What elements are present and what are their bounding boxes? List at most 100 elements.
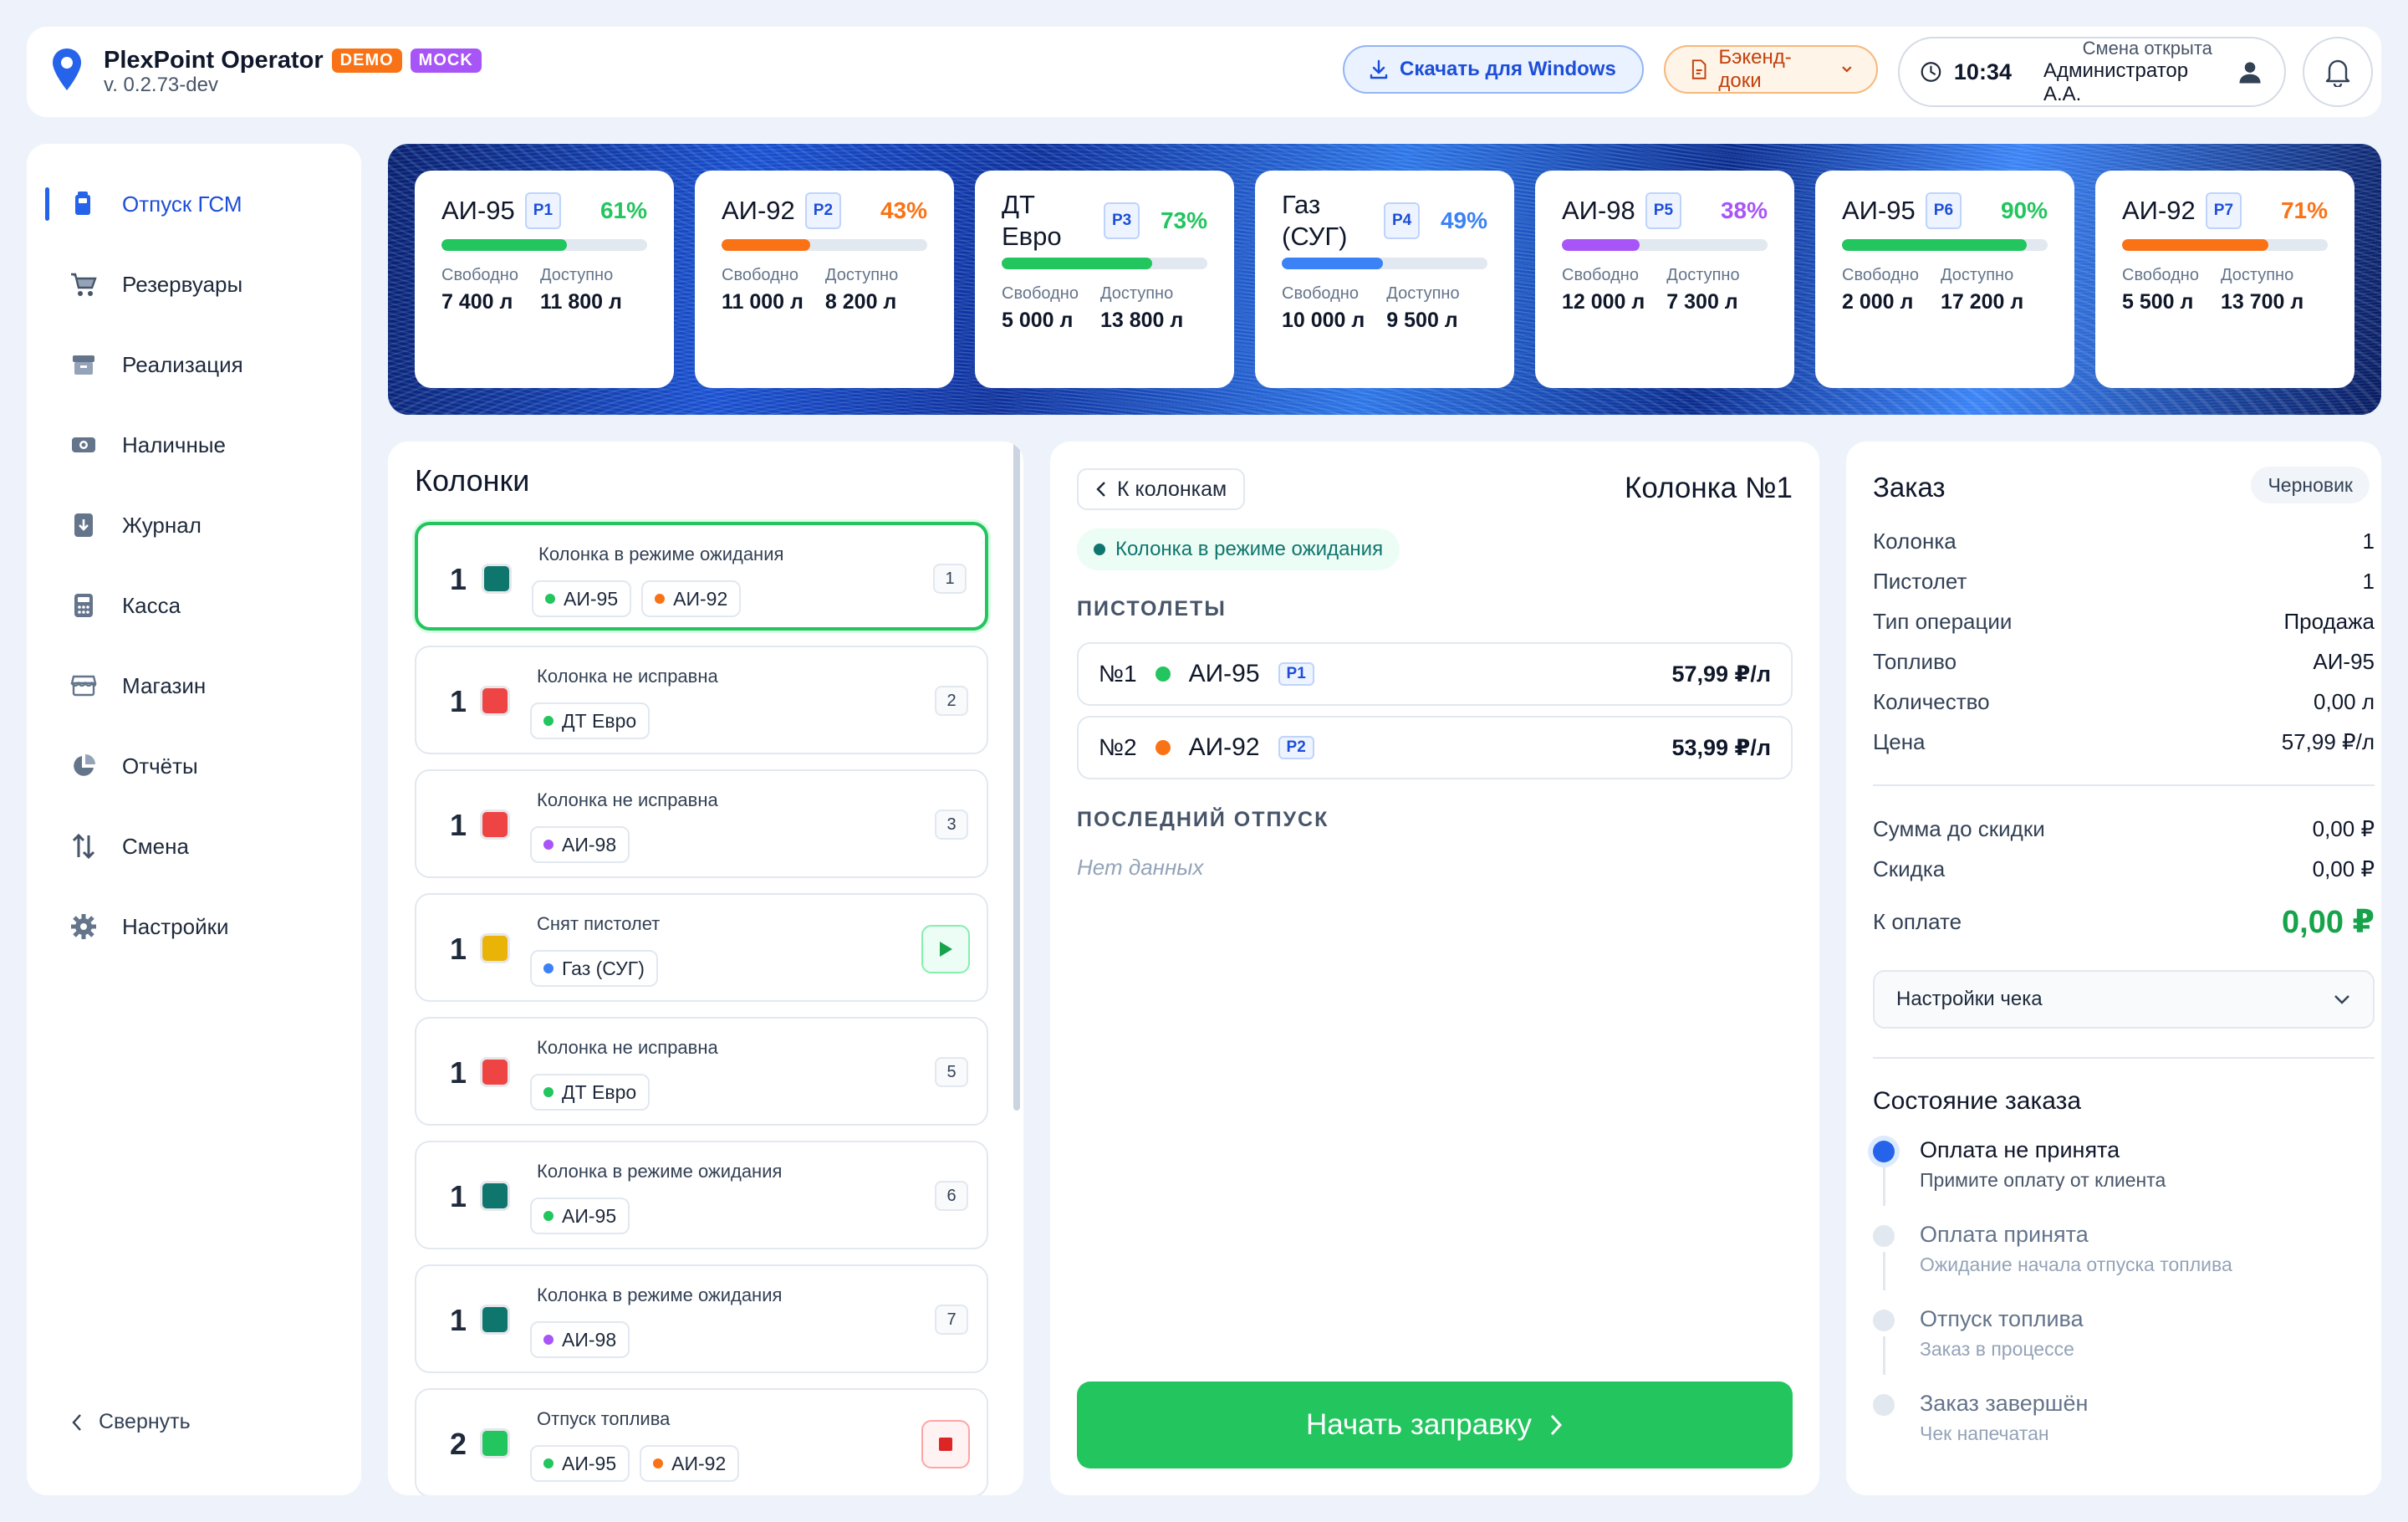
back-to-columns-button[interactable]: К колонкам (1077, 468, 1246, 510)
receipt-settings-dropdown[interactable]: Настройки чека (1873, 970, 2375, 1029)
tank-percent: 73% (1160, 207, 1207, 233)
tank-card[interactable]: АИ-98 P5 38% Свободно 12 000 л Доступно 7 300 … (1535, 171, 1794, 388)
clock-icon (1921, 62, 1941, 82)
sidebar-item-label: Реализация (122, 351, 243, 377)
nozzles-heading: ПИСТОЛЕТЫ (1077, 597, 1227, 621)
start-fueling-button[interactable]: Начать заправку (1077, 1382, 1793, 1468)
fuel-dot (545, 594, 555, 604)
fuel-dot (543, 963, 554, 973)
sidebar-item-label: Настройки (122, 913, 229, 939)
stop-button[interactable] (921, 1420, 970, 1468)
columns-scrollbar[interactable] (1013, 442, 1020, 1111)
column-item[interactable]: 1 Снят пистолет Газ (СУГ) (415, 893, 988, 1002)
column-item[interactable]: 1 Колонка не исправна ДТ Евро 2 (415, 646, 988, 754)
tank-fuel-name: Газ (СУГ) (1282, 190, 1348, 251)
sidebar-item-1[interactable]: Отпуск ГСМ (27, 177, 361, 231)
tank-level-fill (2122, 239, 2268, 251)
tanks-banner: АИ-95 P1 61% Свободно 7 400 л Доступно 11 800 … (388, 144, 2381, 415)
total-row: К оплате 0,00 ₽ (1873, 903, 2375, 941)
shift-info[interactable]: 10:34 Смена открыта Администратор А.А. (1898, 37, 2286, 107)
column-item[interactable]: 1 Колонка не исправна АИ-98 3 (415, 769, 988, 878)
column-number: 1 (450, 1303, 467, 1337)
backend-docs-dropdown[interactable]: Бэкенд-доки (1664, 45, 1878, 94)
fuel-pump-icon (69, 189, 99, 219)
column-status-indicator (480, 1305, 510, 1335)
free-label: Свободно (1282, 284, 1359, 303)
sidebar-item-9[interactable]: Смена (27, 820, 361, 873)
tank-card[interactable]: АИ-95 P1 61% Свободно 7 400 л Доступно 11 800 … (415, 171, 674, 388)
step-connector (1883, 1336, 1885, 1375)
column-item[interactable]: 1 Колонка в режиме ожидания АИ-95 АИ-92 1 (415, 522, 988, 631)
sidebar-item-label: Журнал (122, 512, 202, 538)
tank-card[interactable]: АИ-92 P2 43% Свободно 11 000 л Доступно 8 200 … (695, 171, 954, 388)
nozzle-row[interactable]: №1 АИ-95 P1 57,99 ₽/л (1077, 642, 1793, 706)
step-subtitle: Чек напечатан (1920, 1422, 2049, 1444)
order-detail-value: 0,00 л (2314, 689, 2375, 714)
download-icon (1370, 59, 1388, 79)
available-value: 17 200 л (1940, 290, 2024, 314)
sidebar-item-5[interactable]: Журнал (27, 498, 361, 552)
column-index: 2 (935, 686, 968, 716)
tank-chip: P7 (2205, 192, 2242, 229)
tank-card[interactable]: Газ (СУГ) P4 49% Свободно 10 000 л Доступно 9 … (1255, 171, 1514, 388)
nozzle-row[interactable]: №2 АИ-92 P2 53,99 ₽/л (1077, 716, 1793, 779)
fuel-chip: ДТ Евро (530, 1074, 650, 1111)
sidebar-item-10[interactable]: Настройки (27, 900, 361, 953)
operator-name: Администратор А.А. (2043, 59, 2189, 105)
chevron-left-icon (72, 1413, 81, 1431)
step-title: Отпуск топлива (1920, 1306, 2084, 1331)
fuel-name: АИ-92 (673, 587, 728, 610)
sidebar-item-6[interactable]: Касса (27, 579, 361, 632)
free-value: 7 400 л (441, 290, 513, 314)
column-item[interactable]: 1 Колонка в режиме ожидания АИ-98 7 (415, 1264, 988, 1373)
order-detail-label: Тип операции (1873, 609, 2013, 634)
column-item[interactable]: 2 Отпуск топлива АИ-95 АИ-92 (415, 1388, 988, 1495)
sidebar-item-7[interactable]: Магазин (27, 659, 361, 712)
sidebar-item-label: Отпуск ГСМ (122, 191, 242, 217)
column-item[interactable]: 1 Колонка в режиме ожидания АИ-95 6 (415, 1141, 988, 1249)
order-detail-value: 1 (2362, 569, 2375, 594)
tank-percent: 61% (599, 197, 647, 223)
column-status: Колонка в режиме ожидания (537, 1285, 783, 1305)
sidebar-item-label: Наличные (122, 432, 226, 457)
free-label: Свободно (1842, 266, 1919, 284)
column-status: Колонка не исправна (537, 666, 718, 687)
sidebar-item-8[interactable]: Отчёты (27, 739, 361, 793)
sidebar-item-2[interactable]: Резервуары (27, 258, 361, 311)
tank-card[interactable]: АИ-92 P7 71% Свободно 5 500 л Доступно 13 700 … (2095, 171, 2354, 388)
column-item[interactable]: 1 Колонка не исправна ДТ Евро 5 (415, 1017, 988, 1126)
order-detail-row: Тип операции Продажа (1873, 609, 2375, 635)
tank-level-fill (1002, 258, 1152, 269)
column-status-indicator (480, 810, 510, 840)
sidebar-item-label: Резервуары (122, 271, 243, 297)
column-index: 6 (935, 1181, 968, 1211)
collapse-sidebar-button[interactable]: Свернуть (70, 1410, 191, 1434)
tank-chip: P3 (1104, 202, 1140, 239)
step-subtitle: Ожидание начала отпуска топлива (1920, 1254, 2232, 1275)
column-number: 1 (450, 562, 467, 596)
free-label: Свободно (441, 266, 518, 284)
column-status: Колонка не исправна (537, 1037, 718, 1058)
order-status-badge: Черновик (2251, 467, 2370, 503)
download-windows-button[interactable]: Скачать для Windows (1343, 45, 1644, 94)
discount-label: Скидка (1873, 856, 1946, 881)
notifications-button[interactable] (2303, 37, 2373, 107)
discount-row: Скидка 0,00 ₽ (1873, 856, 2375, 882)
columns-panel: Колонки 1 Колонка в режиме ожидания АИ-95 А… (388, 442, 1023, 1495)
order-detail-label: Пистолет (1873, 569, 1967, 594)
sidebar-item-4[interactable]: Наличные (27, 418, 361, 472)
column-status: Колонка в режиме ожидания (537, 1161, 783, 1182)
store-icon (69, 671, 99, 701)
available-value: 11 800 л (539, 290, 622, 314)
play-button[interactable] (921, 925, 970, 973)
tank-percent: 38% (1720, 197, 1768, 223)
column-index: 3 (935, 810, 968, 840)
available-value: 9 500 л (1386, 309, 1458, 332)
tank-card[interactable]: ДТ Евро P3 73% Свободно 5 000 л Доступно 13 80… (975, 171, 1234, 388)
sidebar-item-3[interactable]: Реализация (27, 338, 361, 391)
fuel-dot (1155, 667, 1171, 682)
order-detail-value: АИ-95 (2313, 649, 2375, 674)
divider (1873, 784, 2375, 786)
tank-card[interactable]: АИ-95 P6 90% Свободно 2 000 л Доступно 17 200 … (1815, 171, 2074, 388)
subtotal-value: 0,00 ₽ (2312, 816, 2375, 841)
